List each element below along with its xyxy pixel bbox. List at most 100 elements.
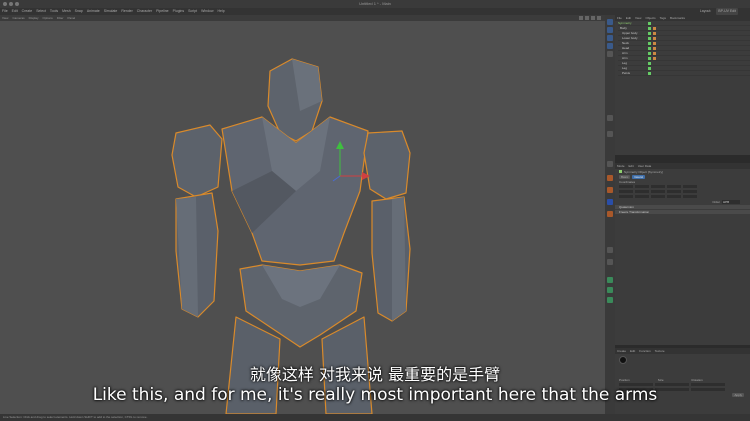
tool-icon[interactable] [607,175,613,181]
object-row[interactable]: Pelvis [618,71,750,76]
menu-item[interactable]: Render [119,8,134,15]
tool-icon[interactable] [607,259,613,265]
tool-icon[interactable] [607,19,613,25]
tool-icon[interactable] [607,43,613,49]
menu-item[interactable]: Plugins [171,8,186,15]
zoom-view-icon[interactable] [585,16,589,20]
visibility-icon[interactable] [648,46,651,50]
rotate-view-icon[interactable] [591,16,595,20]
bm-menu-item[interactable]: Edit [628,348,637,354]
bm-menu-item[interactable]: Create [615,348,628,354]
menu-item[interactable]: Create [20,8,35,15]
tool-icon[interactable] [607,211,613,217]
om-menu-item[interactable]: Tags [658,15,668,21]
tab-basic[interactable]: Basic [619,174,631,179]
symmetry-object-icon [619,170,622,173]
visibility-icon[interactable] [648,21,651,25]
menu-item[interactable]: Pipeline [154,8,170,15]
material-tag-icon[interactable] [653,51,656,55]
coord-field[interactable] [635,185,649,188]
coord-field[interactable] [651,185,665,188]
tool-icon[interactable] [607,297,613,303]
window-title: Untitled 1 * - Main [359,1,391,6]
om-menu-item[interactable]: Bookmarks [668,15,687,21]
coord-field[interactable] [635,190,649,193]
menu-item[interactable]: Edit [10,8,20,15]
3d-viewport[interactable] [0,21,605,414]
coord-field[interactable] [667,190,681,193]
tool-icon[interactable] [607,277,613,283]
coord-field[interactable] [619,190,633,193]
material-tag-icon[interactable] [653,36,656,40]
material-tag-icon[interactable] [653,56,656,60]
coord-field[interactable] [619,195,633,198]
coord-field[interactable] [683,195,697,198]
tool-icon[interactable] [607,161,613,167]
layout-selector: Layout: BP-UV Edit [698,8,750,15]
visibility-icon[interactable] [648,36,651,40]
coord-field[interactable] [635,195,649,198]
material-tag-icon[interactable] [653,31,656,35]
tool-icon[interactable] [607,51,613,57]
am-menu-item[interactable]: Mode [615,163,627,169]
menu-item[interactable]: Character [135,8,154,15]
tab-coord[interactable]: Coord. [632,174,646,179]
menu-item[interactable]: Tools [48,8,60,15]
object-label: Symmetry Object [Symmetry] [624,169,664,174]
bm-menu-item[interactable]: Texture [653,348,667,354]
menu-item[interactable]: Select [34,8,48,15]
visibility-icon[interactable] [648,61,651,65]
am-menu-item[interactable]: Edit [627,163,636,169]
menu-item[interactable]: Script [186,8,199,15]
layout-label: Layout: [699,9,712,13]
visibility-icon[interactable] [648,26,651,30]
subtitle-english: Like this, and for me, it's really most … [92,385,658,405]
coord-field[interactable] [619,185,633,188]
quaternion-section[interactable]: Quaternion [615,205,750,209]
menu-item[interactable]: File [0,8,10,15]
freeze-transformation-section[interactable]: Freeze Transformation [615,210,750,214]
layout-dropdown[interactable]: BP-UV Edit [716,8,738,15]
visibility-icon[interactable] [648,66,651,70]
menu-item[interactable]: Help [216,8,227,15]
order-dropdown[interactable]: HPB [722,199,740,204]
material-tag-icon[interactable] [653,41,656,45]
move-view-icon[interactable] [579,16,583,20]
robot-model[interactable] [0,21,605,414]
side-toolstrip [605,15,615,414]
material-manager-menu: Create Edit Function Texture [615,348,750,354]
coord-field[interactable] [651,190,665,193]
coord-field[interactable] [683,185,697,188]
visibility-icon[interactable] [648,41,651,45]
visibility-icon[interactable] [648,56,651,60]
menu-item[interactable]: Snap [73,8,85,15]
object-manager: File Edit View Objects Tags Bookmarks Sy… [615,15,750,155]
menu-item[interactable]: Animate [85,8,102,15]
section-title: Coordinates [619,179,636,184]
tool-icon[interactable] [607,35,613,41]
tool-icon[interactable] [607,131,613,137]
tool-icon[interactable] [607,247,613,253]
menu-item[interactable]: Mesh [60,8,73,15]
visibility-icon[interactable] [648,51,651,55]
coord-field[interactable] [683,190,697,193]
am-menu-item[interactable]: User Data [636,163,654,169]
status-bar: Live Selection: Click and drag to select… [0,414,750,421]
visibility-icon[interactable] [648,71,651,75]
tool-icon[interactable] [607,287,613,293]
tool-icon[interactable] [607,115,613,121]
coord-field[interactable] [651,195,665,198]
attribute-manager: Mode Edit User Data Symmetry Object [Sym… [615,163,750,345]
tool-icon[interactable] [607,27,613,33]
visibility-icon[interactable] [648,31,651,35]
maximize-view-icon[interactable] [597,16,601,20]
tool-icon[interactable] [607,187,613,193]
tool-icon[interactable] [607,199,613,205]
menu-item[interactable]: Window [199,8,215,15]
material-tag-icon[interactable] [653,46,656,50]
material-tag-icon[interactable] [653,26,656,30]
bm-menu-item[interactable]: Function [637,348,653,354]
coord-field[interactable] [667,195,681,198]
coord-field[interactable] [667,185,681,188]
menu-item[interactable]: Simulate [102,8,120,15]
